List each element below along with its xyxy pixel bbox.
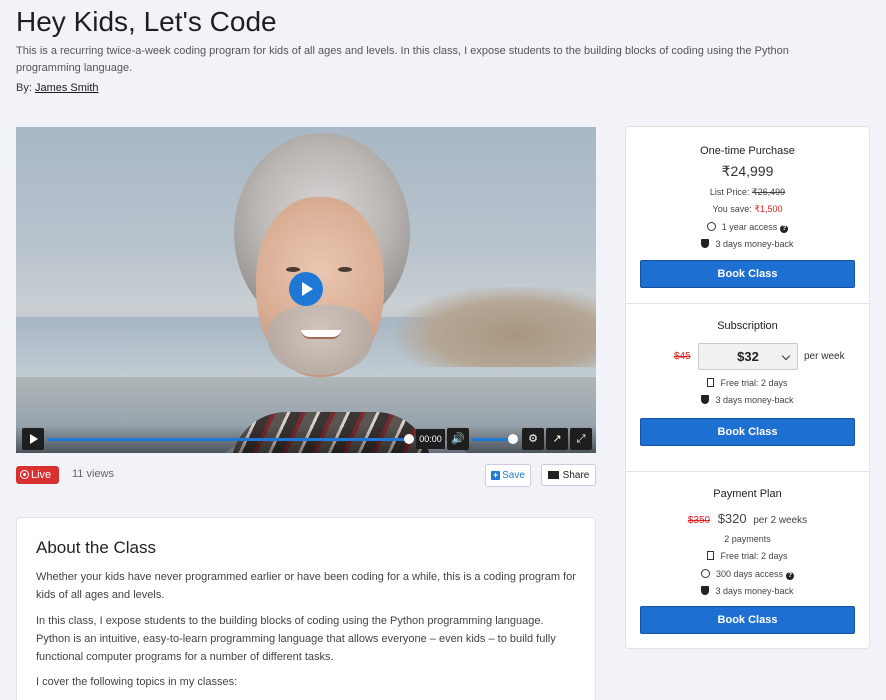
subscription-period: per week: [804, 351, 845, 362]
access-info: 1 year access?: [626, 222, 869, 233]
money-back-info: 3 days money-back: [626, 395, 869, 405]
save-label: Save: [502, 470, 525, 481]
share-label: Share: [562, 469, 590, 481]
subscription-price-select[interactable]: $32: [698, 343, 798, 370]
plus-icon: +: [491, 470, 501, 480]
video-background-cliff: [396, 287, 596, 367]
popout-icon[interactable]: ↗: [546, 428, 568, 450]
chevron-down-icon: [781, 351, 791, 361]
shield-icon: [701, 586, 710, 595]
help-icon[interactable]: ?: [780, 225, 789, 233]
about-paragraph: I cover the following topics in my class…: [36, 676, 238, 688]
volume-handle[interactable]: [508, 434, 518, 444]
access-text: 1 year access: [721, 222, 778, 232]
progress-handle[interactable]: [404, 434, 414, 444]
live-badge: Live: [16, 466, 59, 484]
shield-icon: [701, 239, 710, 248]
money-back-info: 3 days money-back: [626, 586, 869, 596]
divider: [626, 303, 869, 304]
access-info: 300 days access?: [626, 569, 869, 580]
money-back-text: 3 days money-back: [715, 395, 794, 405]
payment-plan-old-price: $350: [687, 515, 711, 526]
hourglass-icon: [707, 551, 715, 560]
time-display: 00:00: [416, 429, 445, 449]
free-trial-info: Free trial: 2 days: [626, 551, 869, 561]
money-back-info: 3 days money-back: [626, 239, 869, 249]
free-trial-info: Free trial: 2 days: [626, 378, 869, 388]
live-dot-icon: [20, 470, 29, 479]
view-count: 11 views: [72, 468, 114, 480]
subscription-title: Subscription: [717, 320, 778, 332]
video-controls: 00:00 🔊 ⚙ ↗ ⤢: [16, 425, 596, 453]
subscription-old-price: $45: [674, 351, 691, 362]
settings-gear-icon[interactable]: ⚙: [522, 428, 544, 450]
book-class-button-payment-plan[interactable]: Book Class: [640, 606, 855, 634]
volume-button[interactable]: 🔊: [447, 428, 469, 450]
book-class-button-subscription[interactable]: Book Class: [640, 418, 855, 446]
list-price-value: ₹26,499: [751, 187, 786, 197]
you-save-value: ₹1,500: [754, 204, 783, 214]
free-trial-text: Free trial: 2 days: [720, 551, 788, 561]
subscription-price: $32: [737, 349, 759, 364]
play-button[interactable]: [22, 428, 44, 450]
page-description: This is a recurring twice-a-week coding …: [16, 45, 789, 74]
book-class-button-one-time[interactable]: Book Class: [640, 260, 855, 288]
payment-plan-price: $320: [717, 511, 747, 526]
you-save-label: You save:: [712, 204, 752, 214]
pricing-panel: One-time Purchase ₹24,999 List Price: ₹2…: [625, 126, 870, 649]
hourglass-icon: [707, 378, 715, 387]
payment-plan-price-row: $350 $320 per 2 weeks: [626, 511, 869, 526]
payment-plan-title: Payment Plan: [713, 488, 782, 500]
about-section: About the Class Whether your kids have n…: [16, 517, 596, 700]
video-person-beard: [268, 305, 372, 375]
by-label: By:: [16, 82, 32, 94]
access-text: 300 days access: [715, 569, 784, 579]
envelope-icon: [547, 470, 559, 479]
video-player[interactable]: 00:00 🔊 ⚙ ↗ ⤢: [16, 127, 596, 453]
one-time-price: ₹24,999: [721, 163, 774, 179]
one-time-title: One-time Purchase: [700, 145, 795, 157]
about-paragraph: Whether your kids have never programmed …: [36, 571, 576, 601]
free-trial-text: Free trial: 2 days: [720, 378, 788, 388]
video-person-eye: [286, 267, 300, 272]
help-icon[interactable]: ?: [786, 572, 795, 580]
page-title: Hey Kids, Let's Code: [16, 6, 277, 37]
progress-bar[interactable]: [47, 438, 409, 441]
share-button[interactable]: Share: [541, 464, 596, 486]
video-person-eye: [338, 267, 352, 272]
fullscreen-icon[interactable]: ⤢: [570, 428, 592, 450]
money-back-text: 3 days money-back: [715, 586, 794, 596]
money-back-text: 3 days money-back: [715, 239, 794, 249]
save-button[interactable]: + Save: [485, 464, 531, 487]
about-title: About the Class: [36, 538, 157, 557]
list-price: List Price: ₹26,499: [626, 187, 869, 198]
shield-icon: [701, 395, 710, 404]
play-overlay-button[interactable]: [289, 272, 323, 306]
payments-count: 2 payments: [724, 534, 771, 544]
divider: [626, 471, 869, 472]
live-label: Live: [31, 469, 52, 481]
about-paragraph: In this class, I expose students to the …: [36, 615, 556, 663]
byline: By: James Smith: [16, 82, 99, 94]
clock-icon: [700, 569, 710, 578]
clock-icon: [706, 222, 716, 231]
payment-plan-period: per 2 weeks: [753, 515, 808, 526]
video-person-smile: [301, 330, 341, 339]
subscription-price-row: $45 $32 per week: [626, 343, 869, 370]
you-save: You save: ₹1,500: [626, 204, 869, 215]
list-price-label: List Price:: [709, 187, 750, 197]
author-link[interactable]: James Smith: [35, 82, 99, 94]
